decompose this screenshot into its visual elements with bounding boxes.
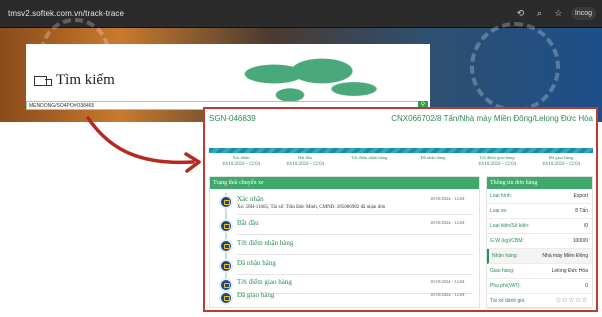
browser-window: tmsv2.softek.com.vn/track-trace ⟲ ⌕ ☆ In… <box>0 0 602 122</box>
shipment-header: SGN-046839 CNX066702/8 Tấn/Nhà máy Miền … <box>209 114 593 126</box>
gear-decoration <box>470 22 560 112</box>
info-value: Lelong Đức Hòa <box>551 268 588 274</box>
info-row-weight: G.W (kg)/CBM: 1000/0 <box>487 234 592 249</box>
progress-step: Tới điểm nhận hàng <box>337 155 401 173</box>
progress-step: Tới điểm giao hàng 10/10/2024 - 12:04 <box>465 155 529 173</box>
truck-icon <box>34 75 52 87</box>
info-value: 0 <box>585 283 588 289</box>
progress-step: Đã nhận hàng <box>401 155 465 173</box>
info-key: Nhận hàng: <box>492 253 518 259</box>
progress-bar <box>209 148 593 153</box>
event-title: Tới điểm nhận hàng <box>237 239 294 247</box>
event-title: Xác nhận <box>237 195 264 203</box>
step-date: 10/10/2024 - 12:04 <box>285 162 325 167</box>
info-value: Nhà máy Miền Đông <box>542 253 588 259</box>
step-label: Tới điểm nhận hàng <box>350 155 388 160</box>
info-key: Giao hàng: <box>490 268 515 274</box>
search-title: Tìm kiếm <box>56 72 115 88</box>
timeline-truck-icon <box>219 219 233 233</box>
info-key: Phụ phí(VAT): <box>490 283 521 289</box>
timeline-truck-icon <box>219 259 233 273</box>
step-label: Đã nhận hàng <box>420 155 446 160</box>
event-title: Tới điểm giao hàng <box>237 278 292 286</box>
shipment-code: SGN-046839 <box>209 114 256 123</box>
search-heading: Tìm kiếm <box>34 72 115 89</box>
event-detail: Xe: 50H-11665, Tài xế: Trần Đức Minh, CM… <box>237 205 386 210</box>
divider <box>237 214 473 215</box>
trip-status-section: Trạng thái chuyến xe Xác nhận 10/10/2024… <box>209 176 480 308</box>
info-row-delivery: Giao hàng: Lelong Đức Hòa <box>487 264 592 279</box>
url-text[interactable]: tmsv2.softek.com.vn/track-trace <box>8 9 124 18</box>
search-input-value[interactable]: MENDONG/SO4PO#O38465 <box>29 102 94 110</box>
info-row-type: Loại hình: Export <box>487 189 592 204</box>
info-key: Loại xe: <box>490 208 508 214</box>
info-row-packages: Loại kiện/Số kiện: /0 <box>487 219 592 234</box>
info-value: 8 Tấn <box>575 208 588 214</box>
timeline-truck-icon <box>219 195 233 209</box>
info-value: 1000/0 <box>572 238 588 244</box>
info-value: /0 <box>583 223 588 229</box>
event-title: Bắt đầu <box>237 219 259 227</box>
event-date: 10/10/2024 - 12:04 <box>430 196 465 201</box>
event-title: Đã giao hàng <box>237 291 275 299</box>
event-date: 10/10/2024 - 12:04 <box>430 292 465 297</box>
order-info-section: Thông tin đơn hàng Loại hình: Export Loạ… <box>486 176 593 309</box>
info-row-vehicle: Loại xe: 8 Tấn <box>487 204 592 219</box>
browser-toolbar: ⟲ ⌕ ☆ Incog <box>514 7 596 20</box>
progress-step: Xác nhận 10/10/2024 - 12:04 <box>209 155 273 173</box>
timeline-truck-icon <box>219 239 233 253</box>
screenshot-root: tmsv2.softek.com.vn/track-trace ⟲ ⌕ ☆ In… <box>0 0 602 317</box>
star-rating[interactable]: ☆☆☆☆☆ <box>555 296 588 304</box>
trip-status-title: Trạng thái chuyến xe <box>210 177 479 189</box>
order-info-title: Thông tin đơn hàng <box>487 177 592 189</box>
tracking-result-panel: SGN-046839 CNX066702/8 Tấn/Nhà máy Miền … <box>203 107 598 312</box>
step-date: 10/10/2024 - 12:04 <box>477 162 517 167</box>
timeline-event: Xác nhận 10/10/2024 - 12:04 Xe: 50H-1166… <box>210 193 479 213</box>
info-key: Tài xế đánh giá <box>490 298 525 304</box>
timeline-event: Đã giao hàng 10/10/2024 - 12:04 <box>210 289 479 309</box>
divider <box>237 234 473 235</box>
translate-icon[interactable]: ⟲ <box>514 7 527 20</box>
timeline-truck-icon <box>219 291 233 305</box>
event-date: 10/10/2024 - 12:04 <box>430 279 465 284</box>
divider <box>237 254 473 255</box>
event-date: 10/10/2024 - 12:04 <box>430 220 465 225</box>
progress-steps: Xác nhận 10/10/2024 - 12:04 Bắt đầu 10/1… <box>209 155 593 173</box>
step-date: 10/10/2024 - 12:04 <box>541 162 581 167</box>
shipment-route: CNX066702/8 Tấn/Nhà máy Miền Đông/Lelong… <box>391 114 593 123</box>
progress-step: Đã giao hàng 10/10/2024 - 12:04 <box>529 155 593 173</box>
profile-badge[interactable]: Incog <box>570 7 596 20</box>
zoom-icon[interactable]: ⌕ <box>533 7 546 20</box>
info-key: G.W (kg)/CBM: <box>490 238 524 244</box>
info-value: Export <box>573 193 588 199</box>
progress-step: Bắt đầu 10/10/2024 - 12:04 <box>273 155 337 173</box>
star-icon[interactable]: ☆ <box>552 7 565 20</box>
event-title: Đã nhận hàng <box>237 259 276 267</box>
info-row-surcharge: Phụ phí(VAT): 0 <box>487 279 592 294</box>
info-key: Loại hình: <box>490 193 512 199</box>
info-row-pickup: Nhận hàng: Nhà máy Miền Đông <box>487 249 592 264</box>
info-key: Loại kiện/Số kiện: <box>490 223 530 229</box>
divider <box>237 274 473 275</box>
info-row-rating: Tài xế đánh giá ☆☆☆☆☆ <box>487 294 592 309</box>
step-date: 10/10/2024 - 12:04 <box>221 162 261 167</box>
